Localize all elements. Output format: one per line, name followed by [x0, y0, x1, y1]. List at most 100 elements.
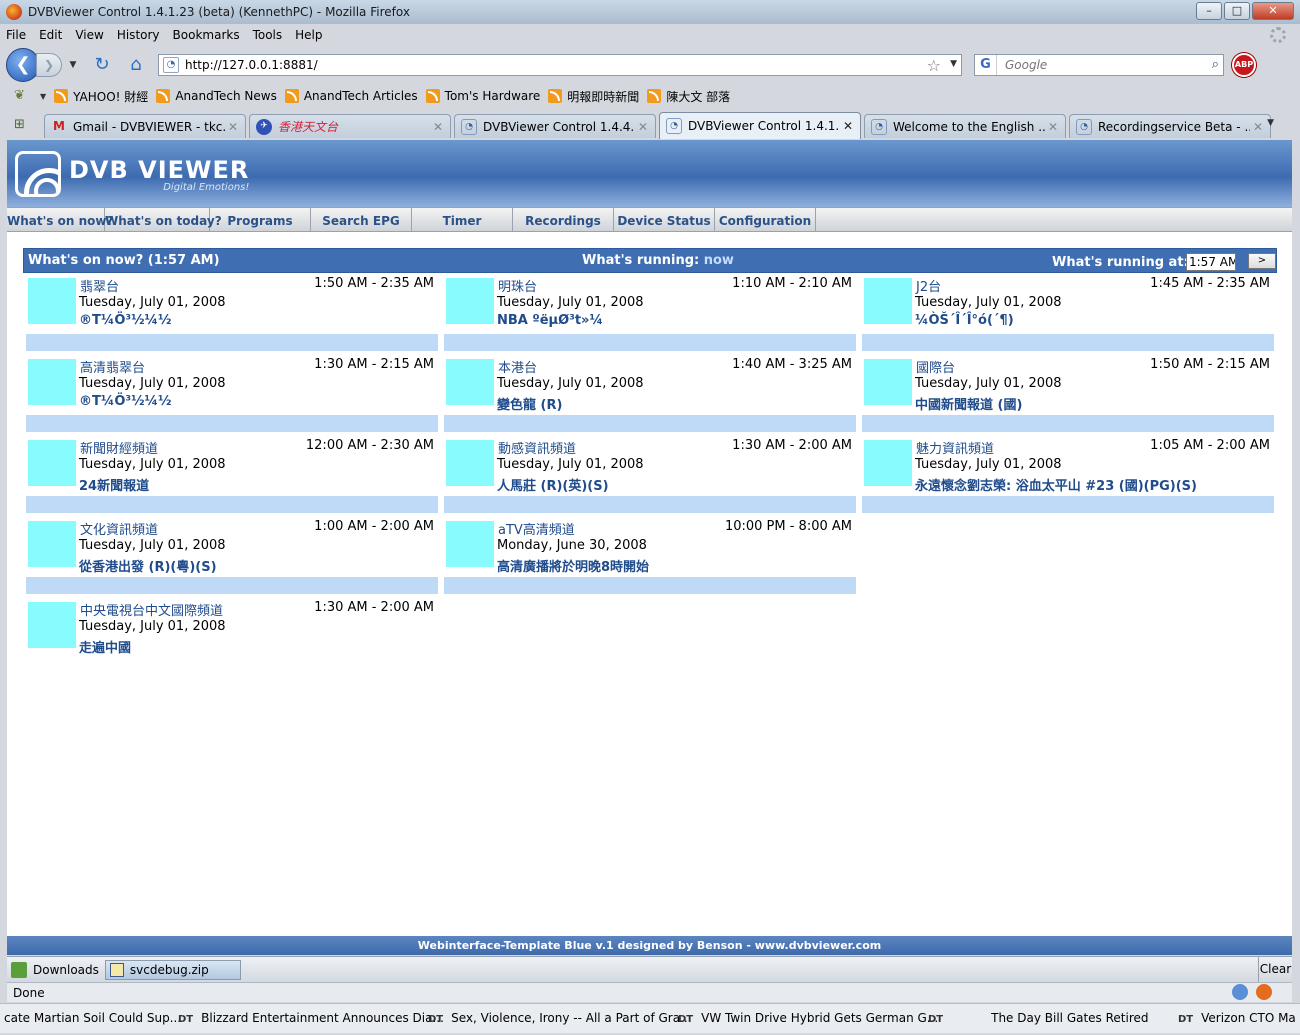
- list-all-tabs-icon[interactable]: ▼: [1267, 118, 1274, 128]
- channel-thumbnail[interactable]: [28, 602, 76, 648]
- channel-cell[interactable]: 動感資訊頻道 1:30 AM - 2:00 AM Tuesday, July 0…: [444, 436, 856, 517]
- url-bar[interactable]: ◔ http://127.0.0.1:8881/ ☆ ▼: [158, 54, 962, 76]
- channel-cell[interactable]: 高清翡翠台 1:30 AM - 2:15 AM Tuesday, July 01…: [26, 355, 438, 436]
- program-title[interactable]: ®T¼Ö³½¼½: [79, 313, 171, 328]
- channel-name[interactable]: 高清翡翠台: [80, 357, 145, 376]
- channel-cell[interactable]: 新聞財經頻道 12:00 AM - 2:30 AM Tuesday, July …: [26, 436, 438, 517]
- tab-dvbviewer-141[interactable]: ◔ DVBViewer Control 1.4.1... ✕: [659, 112, 861, 139]
- nav-recordings[interactable]: Recordings: [513, 208, 614, 232]
- channel-thumbnail[interactable]: [28, 440, 76, 486]
- channel-cell[interactable]: 文化資訊頻道 1:00 AM - 2:00 AM Tuesday, July 0…: [26, 517, 438, 598]
- tab-recordingservice[interactable]: ◔ Recordingservice Beta - ... ✕: [1069, 114, 1271, 138]
- program-title[interactable]: 走遍中國: [79, 637, 131, 656]
- channel-name[interactable]: 本港台: [498, 357, 537, 376]
- channel-thumbnail[interactable]: [28, 278, 76, 324]
- search-engine-icon[interactable]: G: [975, 55, 997, 75]
- channel-thumbnail[interactable]: [28, 521, 76, 567]
- maximize-button[interactable]: □: [1224, 2, 1250, 20]
- firefox-status-icon[interactable]: [1256, 984, 1272, 1000]
- new-tab-icon[interactable]: ⊞: [14, 117, 34, 133]
- channel-thumbnail[interactable]: [864, 359, 912, 405]
- channel-cell[interactable]: 本港台 1:40 AM - 3:25 AM Tuesday, July 01, …: [444, 355, 856, 436]
- channel-name[interactable]: 翡翠台: [80, 276, 119, 295]
- tab-close-icon[interactable]: ✕: [430, 120, 446, 134]
- menu-edit[interactable]: Edit: [39, 28, 62, 42]
- menu-tools[interactable]: Tools: [253, 28, 283, 42]
- history-dropdown-icon[interactable]: ▼: [66, 60, 80, 70]
- nav-programs[interactable]: Programs: [210, 208, 311, 232]
- channel-thumbnail[interactable]: [446, 278, 494, 324]
- menu-view[interactable]: View: [75, 28, 103, 42]
- channel-thumbnail[interactable]: [446, 521, 494, 567]
- channel-cell[interactable]: 明珠台 1:10 AM - 2:10 AM Tuesday, July 01, …: [444, 274, 856, 355]
- tab-dvbviewer-144[interactable]: ◔ DVBViewer Control 1.4.4.... ✕: [454, 114, 656, 138]
- nav-whats-on-today[interactable]: What's on today?: [105, 208, 222, 232]
- channel-cell[interactable]: 國際台 1:50 AM - 2:15 AM Tuesday, July 01, …: [862, 355, 1274, 436]
- channel-name[interactable]: aTV高清頻道: [498, 519, 575, 538]
- dvbviewer-logo[interactable]: DVB VIEWER Digital Emotions!: [15, 150, 250, 198]
- ticker-item[interactable]: DT Verizon CTO Ma: [1178, 1004, 1296, 1033]
- menu-history[interactable]: History: [117, 28, 160, 42]
- addon-status-icon[interactable]: [1232, 984, 1248, 1000]
- url-dropdown-icon[interactable]: ▼: [950, 59, 957, 69]
- program-title[interactable]: 變色龍 (R): [497, 394, 562, 413]
- ticker-item[interactable]: DT Sex, Violence, Irony -- All a Part of …: [428, 1004, 692, 1033]
- channel-thumbnail[interactable]: [28, 359, 76, 405]
- nav-configuration[interactable]: Configuration: [715, 208, 816, 232]
- channel-thumbnail[interactable]: [864, 278, 912, 324]
- channel-thumbnail[interactable]: [446, 440, 494, 486]
- running-at-time-input[interactable]: [1186, 253, 1236, 271]
- nav-search-epg[interactable]: Search EPG: [311, 208, 412, 232]
- bookmark-item[interactable]: AnandTech News: [156, 89, 277, 103]
- bookmarks-menu-icon[interactable]: ❦: [14, 88, 32, 104]
- channel-name[interactable]: 文化資訊頻道: [80, 519, 158, 538]
- minimize-button[interactable]: –: [1196, 2, 1222, 20]
- tab-close-icon[interactable]: ✕: [635, 120, 651, 134]
- tab-close-icon[interactable]: ✕: [1045, 120, 1061, 134]
- channel-cell[interactable]: aTV高清頻道 10:00 PM - 8:00 AM Monday, June …: [444, 517, 856, 598]
- bookmark-item[interactable]: Tom's Hardware: [425, 89, 540, 103]
- url-text[interactable]: http://127.0.0.1:8881/: [185, 58, 318, 72]
- tab-close-icon[interactable]: ✕: [225, 120, 241, 134]
- tab-close-icon[interactable]: ✕: [840, 119, 856, 133]
- channel-thumbnail[interactable]: [446, 359, 494, 405]
- program-title[interactable]: 從香港出發 (R)(粵)(S): [79, 556, 217, 575]
- adblock-icon[interactable]: ABP: [1232, 53, 1256, 77]
- ticker-item[interactable]: DT Blizzard Entertainment Announces Dia..…: [178, 1004, 444, 1033]
- download-item[interactable]: svcdebug.zip: [104, 959, 241, 980]
- ticker-item[interactable]: DT The Day Bill Gates Retired: [928, 1004, 1149, 1033]
- bookmarks-dropdown-icon[interactable]: ▼: [40, 92, 46, 101]
- downloads-button[interactable]: Downloads: [11, 961, 99, 978]
- bookmark-star-icon[interactable]: ☆: [927, 56, 941, 75]
- channel-name[interactable]: 國際台: [916, 357, 955, 376]
- channel-cell[interactable]: 魅力資訊頻道 1:05 AM - 2:00 AM Tuesday, July 0…: [862, 436, 1274, 517]
- back-button[interactable]: ❮: [6, 48, 40, 82]
- channel-name[interactable]: 中央電視台中文國際頻道: [80, 600, 223, 619]
- nav-timer[interactable]: Timer: [412, 208, 513, 232]
- program-title[interactable]: 中國新聞報道 (國): [915, 394, 1022, 413]
- program-title[interactable]: ®T¼Ö³½¼½: [79, 394, 171, 409]
- tab-close-icon[interactable]: ✕: [1250, 120, 1266, 134]
- ticker-item[interactable]: cate Martian Soil Could Sup...: [4, 1004, 181, 1032]
- ticker-item[interactable]: DT VW Twin Drive Hybrid Gets German G...: [678, 1004, 938, 1033]
- menu-file[interactable]: File: [6, 28, 26, 42]
- nav-device-status[interactable]: Device Status: [614, 208, 715, 232]
- program-title[interactable]: ¼ÒŠ´Î´Î°ó(´¶): [915, 313, 1014, 328]
- bookmark-item[interactable]: AnandTech Articles: [284, 89, 418, 103]
- forward-button[interactable]: ❯: [36, 53, 62, 77]
- search-input[interactable]: [1005, 58, 1195, 72]
- nav-whats-on-now[interactable]: What's on now?: [7, 208, 113, 232]
- reload-icon[interactable]: ↻: [90, 53, 114, 77]
- bookmark-item[interactable]: 明報即時新聞: [548, 88, 639, 105]
- tab-gmail[interactable]: M Gmail - DVBVIEWER - tkc... ✕: [44, 114, 246, 138]
- program-title[interactable]: NBA ºëµØ³t»¼: [497, 313, 603, 328]
- tab-observatory[interactable]: ✈ 香港天文台 ✕: [249, 114, 451, 138]
- search-bar[interactable]: G ⌕: [974, 54, 1224, 76]
- channel-name[interactable]: J2台: [916, 276, 941, 295]
- program-title[interactable]: 高清廣播將於明晚8時開始: [497, 556, 649, 575]
- menu-bookmarks[interactable]: Bookmarks: [173, 28, 240, 42]
- search-icon[interactable]: ⌕: [1212, 57, 1219, 72]
- channel-name[interactable]: 魅力資訊頻道: [916, 438, 994, 457]
- running-at-go-button[interactable]: >: [1248, 253, 1276, 269]
- channel-name[interactable]: 明珠台: [498, 276, 537, 295]
